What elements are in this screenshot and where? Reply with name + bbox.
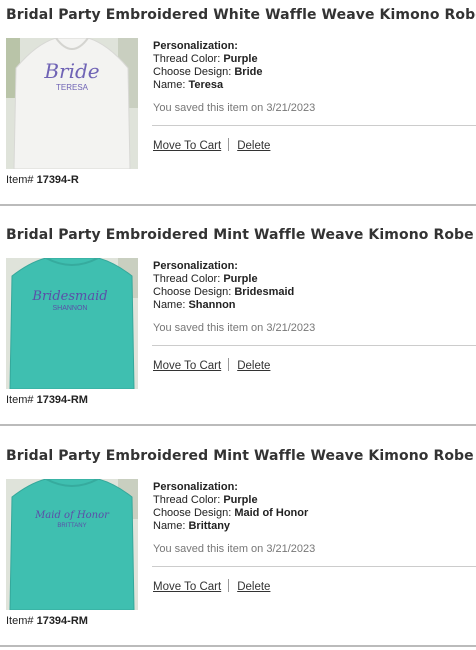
item-actions: Move To Cart Delete xyxy=(153,138,270,152)
item-actions: Move To Cart Delete xyxy=(153,358,270,372)
separator xyxy=(228,579,230,592)
saved-date-text: You saved this item on 3/21/2023 xyxy=(153,102,316,114)
embroidery-script: Maid of Honor xyxy=(34,510,110,521)
separator xyxy=(228,138,230,151)
design-value: Bridesmaid xyxy=(234,286,295,298)
saved-item: Bridal Party Embroidered White Waffle We… xyxy=(0,0,476,206)
divider xyxy=(152,566,476,567)
personalization-header: Personalization: xyxy=(153,481,238,493)
personalization-details: Personalization: Thread Color: Purple Ch… xyxy=(153,260,295,311)
item-actions: Move To Cart Delete xyxy=(153,579,270,593)
embroidery-script: Bridesmaid xyxy=(31,289,107,304)
embroidery-name: BRITTANY xyxy=(57,523,86,529)
personalization-details: Personalization: Thread Color: Purple Ch… xyxy=(153,40,263,91)
personalization-details: Personalization: Thread Color: Purple Ch… xyxy=(153,481,309,532)
divider xyxy=(152,345,476,346)
thread-color-value: Purple xyxy=(223,494,258,506)
design-value: Maid of Honor xyxy=(234,507,309,519)
move-to-cart-link[interactable]: Move To Cart xyxy=(153,360,221,372)
product-image[interactable]: Bride TERESA xyxy=(6,38,138,169)
name-value: Shannon xyxy=(188,299,236,311)
delete-link[interactable]: Delete xyxy=(237,581,270,593)
saved-item: Bridal Party Embroidered Mint Waffle Wea… xyxy=(0,441,476,650)
product-title[interactable]: Bridal Party Embroidered Mint Waffle Wea… xyxy=(6,227,474,243)
design-value: Bride xyxy=(234,66,263,78)
item-divider xyxy=(0,645,476,647)
thread-color-value: Purple xyxy=(223,53,258,65)
delete-link[interactable]: Delete xyxy=(237,360,270,372)
product-title[interactable]: Bridal Party Embroidered Mint Waffle Wea… xyxy=(6,448,474,464)
move-to-cart-link[interactable]: Move To Cart xyxy=(153,140,221,152)
saved-item: Bridal Party Embroidered Mint Waffle Wea… xyxy=(0,220,476,426)
item-divider xyxy=(0,204,476,206)
product-image[interactable]: Maid of Honor BRITTANY xyxy=(6,479,138,610)
embroidery-script: Bride xyxy=(43,59,99,83)
separator xyxy=(228,358,230,371)
name-value: Brittany xyxy=(188,520,231,532)
personalization-header: Personalization: xyxy=(153,40,238,52)
embroidery-name: TERESA xyxy=(56,83,89,92)
robe-shape xyxy=(9,479,135,610)
item-divider xyxy=(0,424,476,426)
divider xyxy=(152,125,476,126)
item-number: Item# 17394-R xyxy=(6,174,79,186)
product-image[interactable]: Bridesmaid SHANNON xyxy=(6,258,138,389)
item-number: Item# 17394-RM xyxy=(6,615,88,627)
name-value: Teresa xyxy=(188,79,224,91)
saved-date-text: You saved this item on 3/21/2023 xyxy=(153,322,316,334)
move-to-cart-link[interactable]: Move To Cart xyxy=(153,581,221,593)
delete-link[interactable]: Delete xyxy=(237,140,270,152)
personalization-header: Personalization: xyxy=(153,260,238,272)
robe-shape xyxy=(9,258,135,389)
saved-date-text: You saved this item on 3/21/2023 xyxy=(153,543,316,555)
item-number: Item# 17394-RM xyxy=(6,394,88,406)
product-title[interactable]: Bridal Party Embroidered White Waffle We… xyxy=(6,7,476,23)
robe-shape xyxy=(13,38,131,169)
thread-color-value: Purple xyxy=(223,273,258,285)
embroidery-name: SHANNON xyxy=(52,305,87,312)
